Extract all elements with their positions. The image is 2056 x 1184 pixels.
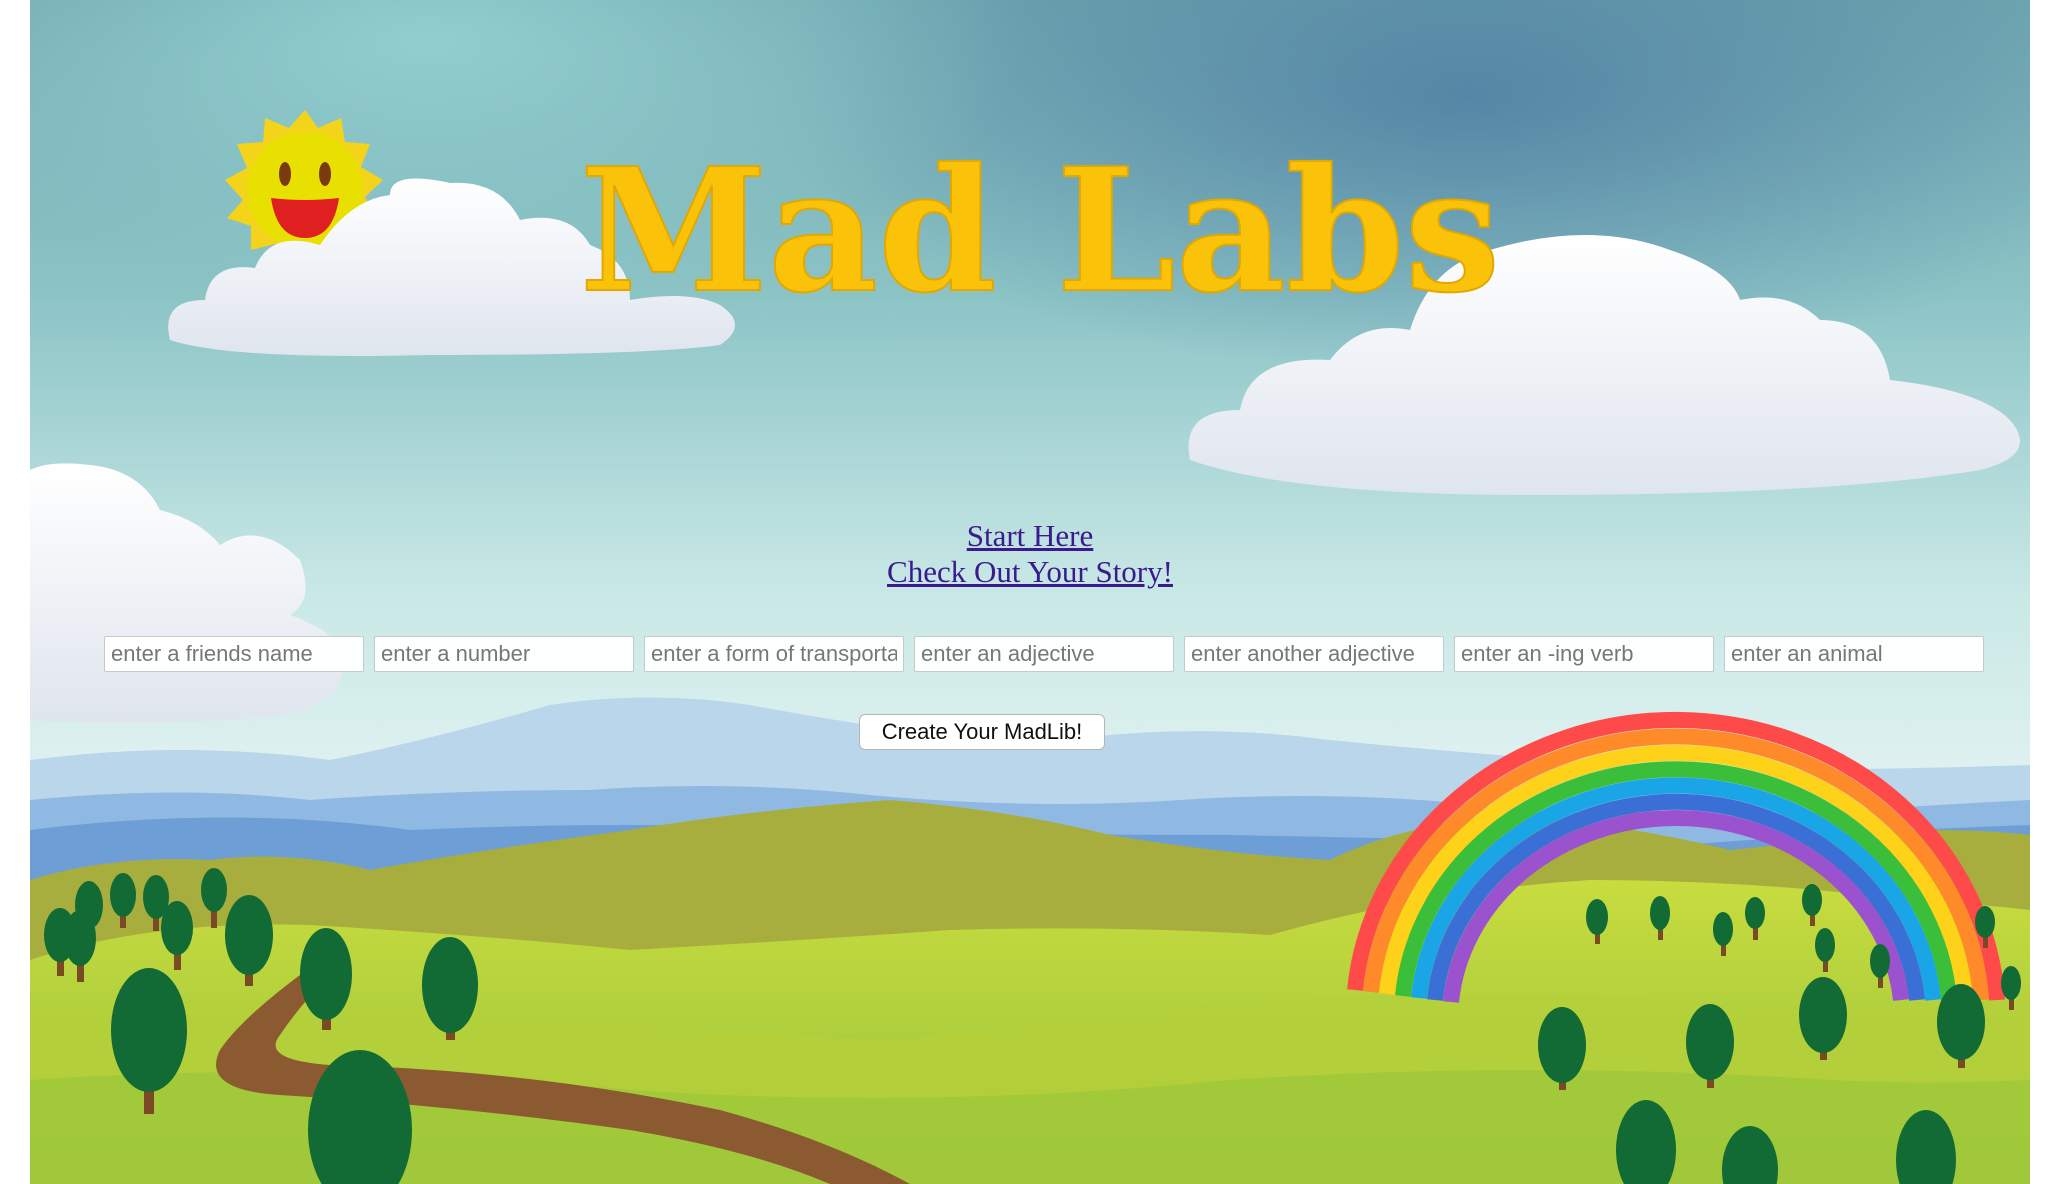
- transportation-input[interactable]: [644, 636, 904, 672]
- start-here-link[interactable]: Start Here: [967, 518, 1094, 554]
- app-title: Mad Labs: [580, 131, 1501, 331]
- madlib-input-row: [104, 636, 1994, 672]
- nav-links: Start Here Check Out Your Story!: [30, 518, 2030, 590]
- ing-verb-input[interactable]: [1454, 636, 1714, 672]
- adjective-input[interactable]: [914, 636, 1174, 672]
- number-input[interactable]: [374, 636, 634, 672]
- animal-input[interactable]: [1724, 636, 1984, 672]
- create-madlib-button[interactable]: Create Your MadLib!: [859, 714, 1105, 750]
- background-scene: Mad Labs Start Here Check Out Your Story…: [30, 0, 2030, 1184]
- app-title-logo: Mad Labs: [579, 130, 1502, 332]
- friend-name-input[interactable]: [104, 636, 364, 672]
- another-adjective-input[interactable]: [1184, 636, 1444, 672]
- check-story-link[interactable]: Check Out Your Story!: [887, 554, 1173, 590]
